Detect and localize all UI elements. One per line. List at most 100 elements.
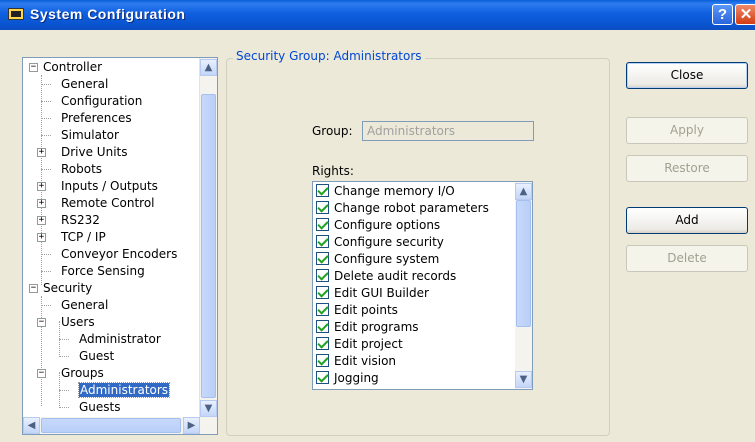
tree-item-label: General xyxy=(61,298,109,312)
tree-item-tcp-ip[interactable]: + TCP / IP xyxy=(37,229,106,246)
tree-item-conveyor-encoders[interactable]: Conveyor Encoders xyxy=(41,246,177,263)
right-item[interactable]: Delete audit records xyxy=(316,268,456,285)
checkbox-checked-icon[interactable] xyxy=(316,269,329,282)
expand-icon[interactable]: + xyxy=(37,233,46,242)
rights-scrollbar[interactable]: ▲ ▼ xyxy=(515,182,532,389)
checkbox-checked-icon[interactable] xyxy=(316,320,329,333)
checkbox-checked-icon[interactable] xyxy=(316,286,329,299)
tree-item-security-general[interactable]: General xyxy=(41,297,109,314)
right-item[interactable]: Change robot parameters xyxy=(316,200,489,217)
rights-list[interactable]: Change memory I/O Change robot parameter… xyxy=(312,181,533,390)
right-item[interactable]: Edit programs xyxy=(316,319,419,336)
tree-item-administrators[interactable]: Administrators xyxy=(59,382,171,399)
right-label: Jogging xyxy=(334,371,379,385)
delete-button[interactable]: Delete xyxy=(626,245,748,272)
tree-item-configuration[interactable]: Configuration xyxy=(41,93,143,110)
right-item[interactable]: Edit project xyxy=(316,336,403,353)
tree-item-controller[interactable]: − Controller xyxy=(29,59,102,76)
title-bar[interactable]: System Configuration ? ✕ xyxy=(0,0,755,30)
tree-item-label: Guests xyxy=(79,400,121,414)
tree-item-label: RS232 xyxy=(61,213,100,227)
checkbox-checked-icon[interactable] xyxy=(316,303,329,316)
tree-item-label: Groups xyxy=(61,366,104,380)
apply-button[interactable]: Apply xyxy=(626,117,748,144)
tree-item-rs232[interactable]: + RS232 xyxy=(37,212,100,229)
right-item[interactable]: Edit GUI Builder xyxy=(316,285,429,302)
right-item[interactable]: Jogging xyxy=(316,370,379,387)
tree-item-administrator[interactable]: Administrator xyxy=(59,331,161,348)
scroll-left-icon[interactable]: ◀ xyxy=(23,417,40,434)
tree-item-security[interactable]: − Security xyxy=(29,280,92,297)
right-item[interactable]: Configure options xyxy=(316,217,440,234)
add-button[interactable]: Add xyxy=(626,207,748,234)
tree-item-label: Administrator xyxy=(79,332,161,346)
checkbox-checked-icon[interactable] xyxy=(316,184,329,197)
tree-item-inputs-outputs[interactable]: + Inputs / Outputs xyxy=(37,178,158,195)
collapse-icon[interactable]: − xyxy=(37,318,46,327)
checkbox-checked-icon[interactable] xyxy=(316,235,329,248)
right-label: Edit GUI Builder xyxy=(334,286,429,300)
scroll-down-icon[interactable]: ▼ xyxy=(200,400,217,417)
help-button[interactable]: ? xyxy=(712,4,733,25)
group-name-field[interactable]: Administrators xyxy=(362,121,534,141)
tree-item-remote-control[interactable]: + Remote Control xyxy=(37,195,155,212)
right-label: Edit vision xyxy=(334,354,397,368)
right-item[interactable]: Configure system xyxy=(316,251,439,268)
expand-icon[interactable]: + xyxy=(37,182,46,191)
tree-item-preferences[interactable]: Preferences xyxy=(41,110,132,127)
tree-item-groups[interactable]: − Groups xyxy=(37,365,104,382)
configuration-tree[interactable]: − Controller General Configuration Prefe… xyxy=(22,57,218,435)
checkbox-checked-icon[interactable] xyxy=(316,371,329,384)
tree-item-label: Users xyxy=(61,315,95,329)
scroll-thumb[interactable] xyxy=(201,94,216,398)
tree-item-force-sensing[interactable]: Force Sensing xyxy=(41,263,145,280)
checkbox-checked-icon[interactable] xyxy=(316,337,329,350)
restore-button[interactable]: Restore xyxy=(626,155,748,182)
scroll-thumb[interactable] xyxy=(516,200,531,327)
tree-horizontal-scrollbar[interactable]: ◀ ▶ xyxy=(23,417,217,434)
scroll-up-icon[interactable]: ▲ xyxy=(200,59,217,76)
close-window-button[interactable]: ✕ xyxy=(735,4,755,25)
right-label: Change memory I/O xyxy=(334,184,455,198)
tree-item-simulator[interactable]: Simulator xyxy=(41,127,119,144)
expand-icon[interactable]: + xyxy=(37,148,46,157)
tree-item-guest[interactable]: Guest xyxy=(59,348,115,365)
tree-item-label: Preferences xyxy=(61,111,132,125)
tree-item-general[interactable]: General xyxy=(41,76,108,93)
close-button[interactable]: Close xyxy=(626,62,748,89)
tree-vertical-scrollbar[interactable]: ▲ ▼ xyxy=(199,58,217,418)
tree-item-drive-units[interactable]: + Drive Units xyxy=(37,144,128,161)
tree-item-guests[interactable]: Guests xyxy=(59,399,121,416)
right-item[interactable]: Change memory I/O xyxy=(316,183,455,200)
collapse-icon[interactable]: − xyxy=(37,369,46,378)
checkbox-checked-icon[interactable] xyxy=(316,252,329,265)
right-label: Delete audit records xyxy=(334,269,457,283)
tree-item-label: Drive Units xyxy=(61,145,128,159)
tree-item-label: Simulator xyxy=(61,128,119,142)
checkbox-checked-icon[interactable] xyxy=(316,354,329,367)
tree-item-label: Guest xyxy=(79,349,115,363)
expand-icon[interactable]: + xyxy=(37,199,46,208)
scroll-thumb[interactable] xyxy=(41,418,181,433)
checkbox-checked-icon[interactable] xyxy=(316,201,329,214)
right-item[interactable]: Edit vision xyxy=(316,353,396,370)
right-label: Configure security xyxy=(334,235,444,249)
tree-item-label: Controller xyxy=(43,60,103,74)
tree-item-label: Configuration xyxy=(61,94,143,108)
right-item[interactable]: Edit points xyxy=(316,302,398,319)
right-label: Edit programs xyxy=(334,320,419,334)
tree-item-users[interactable]: − Users xyxy=(37,314,95,331)
right-label: Change robot parameters xyxy=(334,201,489,215)
expand-icon[interactable]: + xyxy=(37,216,46,225)
right-label: Edit points xyxy=(334,303,398,317)
security-group-legend: Security Group: Administrators xyxy=(233,49,425,63)
tree-item-label: Robots xyxy=(61,162,103,176)
scroll-down-icon[interactable]: ▼ xyxy=(515,371,532,388)
collapse-icon[interactable]: − xyxy=(29,284,38,293)
collapse-icon[interactable]: − xyxy=(29,63,38,72)
checkbox-checked-icon[interactable] xyxy=(316,218,329,231)
scroll-right-icon[interactable]: ▶ xyxy=(183,417,200,434)
tree-item-robots[interactable]: Robots xyxy=(41,161,103,178)
scroll-up-icon[interactable]: ▲ xyxy=(515,183,532,200)
right-item[interactable]: Configure security xyxy=(316,234,444,251)
